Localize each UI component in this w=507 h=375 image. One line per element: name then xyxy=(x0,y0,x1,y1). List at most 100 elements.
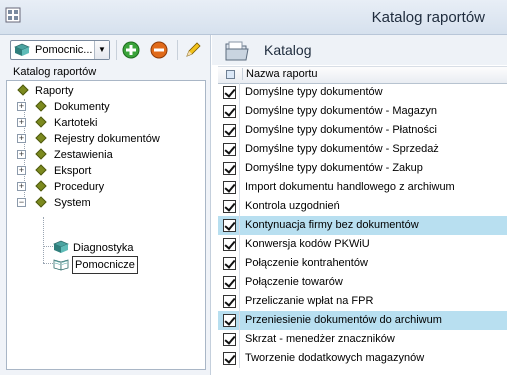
folder-diamond-icon xyxy=(35,100,47,112)
tree-item-label: System xyxy=(54,197,91,209)
folder-diamond-icon xyxy=(35,180,47,192)
report-name: Import dokumentu handlowego z archiwum xyxy=(245,181,455,193)
column-divider xyxy=(239,121,240,140)
combo-value: Pomocnic... xyxy=(35,44,93,56)
tree-item-label: Procedury xyxy=(54,181,105,193)
grid-app-icon xyxy=(5,7,21,23)
column-header-name[interactable]: Nazwa raportu xyxy=(242,68,318,80)
report-name: Kontynuacja firmy bez dokumentów xyxy=(245,219,419,231)
column-divider xyxy=(239,235,240,254)
report-row[interactable]: Domyślne typy dokumentów - Zakup xyxy=(218,159,507,178)
folder-diamond-icon xyxy=(17,84,29,96)
folder-diamond-icon xyxy=(35,164,47,176)
report-row[interactable]: Domyślne typy dokumentów - Magazyn xyxy=(218,102,507,121)
report-name: Tworzenie dodatkowych magazynów xyxy=(245,352,425,364)
report-checkbox[interactable] xyxy=(223,86,236,99)
report-name: Domyślne typy dokumentów xyxy=(245,86,383,98)
report-name: Domyślne typy dokumentów - Zakup xyxy=(245,162,423,174)
column-divider xyxy=(239,178,240,197)
report-row[interactable]: Skrzat - menedżer znaczników xyxy=(218,330,507,349)
report-row[interactable]: Połączenie towarów xyxy=(218,273,507,292)
tree-connector xyxy=(43,246,53,247)
report-name: Skrzat - menedżer znaczników xyxy=(245,333,395,345)
report-row[interactable]: Import dokumentu handlowego z archiwum xyxy=(218,178,507,197)
book-icon xyxy=(53,240,69,253)
column-divider xyxy=(239,254,240,273)
report-tree: Raporty + Dokumenty + Kartoteki + Rejest… xyxy=(6,80,206,370)
column-divider xyxy=(239,216,240,235)
edit-pencil-icon[interactable] xyxy=(183,40,203,60)
column-divider xyxy=(239,349,240,368)
tree-item-label: Pomocnicze xyxy=(72,256,138,274)
add-icon[interactable] xyxy=(121,40,141,60)
chevron-down-icon[interactable]: ▼ xyxy=(94,41,109,59)
tree-toolbar: Pomocnic... ▼ xyxy=(0,35,210,67)
tree-item-label: Eksport xyxy=(54,165,92,177)
report-row[interactable]: Tworzenie dodatkowych magazynów xyxy=(218,349,507,368)
report-row[interactable]: Domyślne typy dokumentów - Sprzedaż xyxy=(218,140,507,159)
tree-root-label: Raporty xyxy=(35,85,74,97)
report-name: Konwersja kodów PKWiU xyxy=(245,238,370,250)
report-checkbox[interactable] xyxy=(223,352,236,365)
report-checkbox[interactable] xyxy=(223,105,236,118)
catalog-header: Katalog xyxy=(212,35,507,65)
report-checkbox[interactable] xyxy=(223,276,236,289)
folder-icon xyxy=(225,41,249,61)
report-checkbox[interactable] xyxy=(223,219,236,232)
report-row[interactable]: Konwersja kodów PKWiU xyxy=(218,235,507,254)
expand-icon[interactable]: + xyxy=(17,134,26,143)
report-list-header: Nazwa raportu xyxy=(218,66,507,84)
expand-icon[interactable]: + xyxy=(17,102,26,111)
column-divider xyxy=(239,140,240,159)
report-name: Połączenie kontrahentów xyxy=(245,257,368,269)
report-name: Połączenie towarów xyxy=(245,276,343,288)
report-row[interactable]: Domyślne typy dokumentów - Płatności xyxy=(218,121,507,140)
toolbar-separator xyxy=(116,40,117,60)
window-title: Katalog raportów xyxy=(371,9,485,26)
expand-icon[interactable]: + xyxy=(17,150,26,159)
report-checkbox[interactable] xyxy=(223,200,236,213)
title-bar: Katalog raportów xyxy=(0,0,507,35)
report-checkbox[interactable] xyxy=(223,143,236,156)
remove-icon[interactable] xyxy=(149,40,169,60)
column-divider xyxy=(239,197,240,216)
report-checkbox[interactable] xyxy=(223,314,236,327)
folder-diamond-icon xyxy=(35,132,47,144)
report-row[interactable]: Przeniesienie dokumentów do archiwum xyxy=(218,311,507,330)
report-checkbox[interactable] xyxy=(223,238,236,251)
select-all-checkbox[interactable] xyxy=(226,70,235,79)
report-checkbox[interactable] xyxy=(223,257,236,270)
report-row[interactable]: Domyślne typy dokumentów xyxy=(218,83,507,102)
tree-item-label: Kartoteki xyxy=(54,117,98,129)
column-divider xyxy=(239,83,240,102)
book-icon xyxy=(14,43,30,56)
folder-diamond-icon xyxy=(35,196,47,208)
report-name: Domyślne typy dokumentów - Płatności xyxy=(245,124,437,136)
report-row[interactable]: Kontynuacja firmy bez dokumentów xyxy=(218,216,507,235)
folder-diamond-icon xyxy=(35,148,47,160)
collapse-icon[interactable]: − xyxy=(17,198,26,207)
left-pane: Pomocnic... ▼ Katalog raportów Raporty +… xyxy=(0,35,211,375)
report-checkbox[interactable] xyxy=(223,124,236,137)
report-name: Domyślne typy dokumentów - Magazyn xyxy=(245,105,437,117)
expand-icon[interactable]: + xyxy=(17,182,26,191)
report-row[interactable]: Połączenie kontrahentów xyxy=(218,254,507,273)
open-book-icon xyxy=(53,259,69,271)
tree-item-label: Diagnostyka xyxy=(73,242,134,254)
report-name: Przeliczanie wpłat na FPR xyxy=(245,295,374,307)
report-row[interactable]: Kontrola uzgodnień xyxy=(218,197,507,216)
report-checkbox[interactable] xyxy=(223,181,236,194)
tree-connector xyxy=(43,263,53,264)
column-divider xyxy=(239,292,240,311)
report-row[interactable]: Przeliczanie wpłat na FPR xyxy=(218,292,507,311)
expand-icon[interactable]: + xyxy=(17,166,26,175)
catalog-combo[interactable]: Pomocnic... ▼ xyxy=(10,40,110,60)
report-checkbox[interactable] xyxy=(223,333,236,346)
expand-icon[interactable]: + xyxy=(17,118,26,127)
column-divider xyxy=(239,159,240,178)
report-checkbox[interactable] xyxy=(223,295,236,308)
report-name: Domyślne typy dokumentów - Sprzedaż xyxy=(245,143,439,155)
tree-item-label: Rejestry dokumentów xyxy=(54,133,160,145)
report-checkbox[interactable] xyxy=(223,162,236,175)
report-name: Kontrola uzgodnień xyxy=(245,200,340,212)
